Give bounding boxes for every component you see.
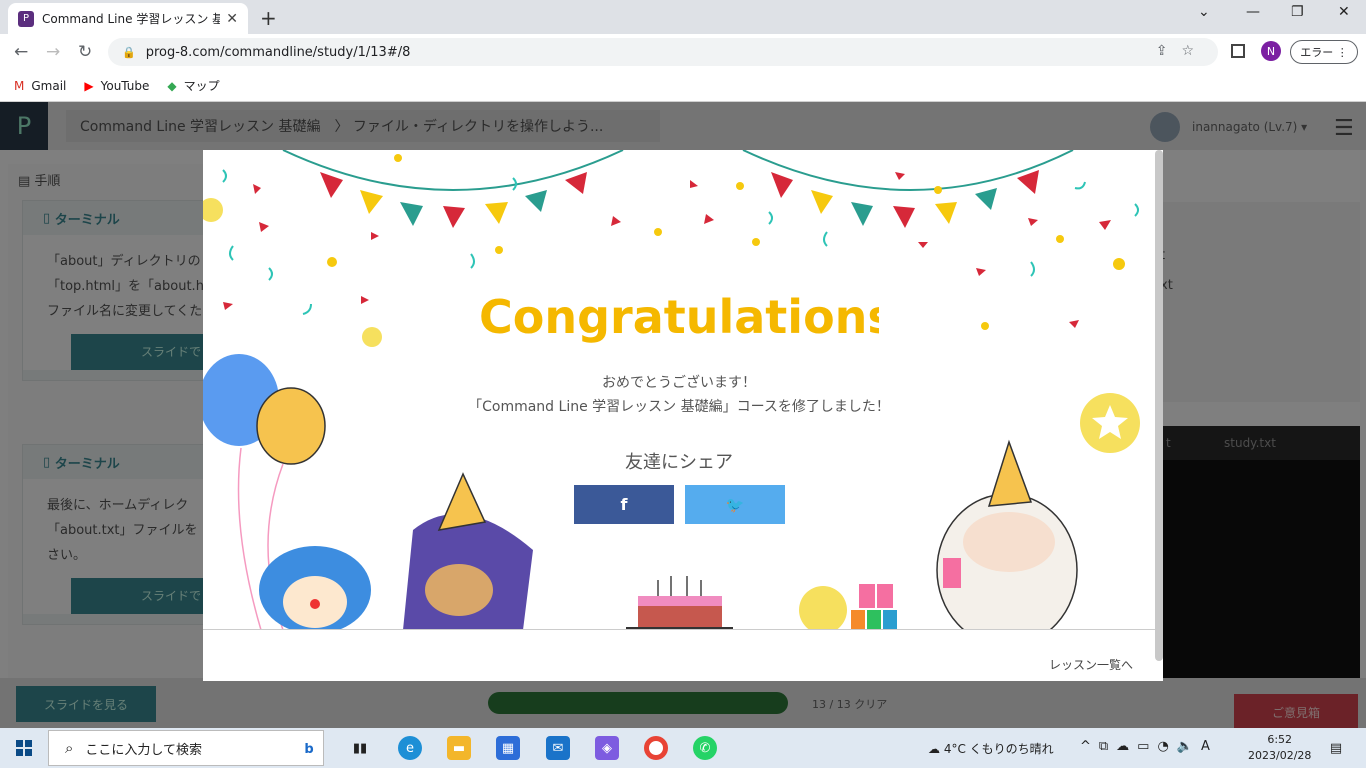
facebook-icon: f <box>620 495 628 514</box>
store-icon[interactable]: ▦ <box>496 736 520 760</box>
reload-button[interactable]: ↻ <box>78 42 92 62</box>
back-button[interactable]: ← <box>14 42 28 62</box>
bookmark-label: YouTube <box>100 78 150 93</box>
edge-icon[interactable]: e <box>398 736 422 760</box>
bing-icon[interactable]: b <box>296 736 322 762</box>
close-tab-icon[interactable]: ✕ <box>226 11 238 27</box>
maximize-button[interactable]: ❐ <box>1291 4 1304 20</box>
error-button-label: エラー <box>1300 46 1334 59</box>
clock-date: 2023/02/28 <box>1248 749 1312 762</box>
whatsapp-icon[interactable]: ✆ <box>693 736 717 760</box>
chrome-icon[interactable] <box>644 736 668 760</box>
url-bar[interactable]: 🔒 prog-8.com/commandline/study/1/13#/8 ⇪… <box>108 38 1218 66</box>
modal-scrollbar[interactable] <box>1155 150 1163 661</box>
gmail-icon: M <box>14 78 25 93</box>
minimize-button[interactable]: — <box>1246 4 1260 20</box>
mail-icon[interactable]: ✉ <box>546 736 570 760</box>
youtube-icon: ▶ <box>84 78 94 93</box>
course-complete-message: 「Command Line 学習レッスン 基礎編」コースを修了しました！ <box>468 399 890 415</box>
side-panel-icon[interactable] <box>1231 44 1245 58</box>
bookmark-youtube[interactable]: ▶ YouTube <box>84 79 149 93</box>
maps-icon: ◆ <box>167 78 177 93</box>
bookmark-label: マップ <box>183 79 220 93</box>
share-star-icons[interactable]: ⇪☆ <box>1156 43 1208 59</box>
weather-widget[interactable]: ☁ 4°C くもりのち晴れ <box>928 740 1054 757</box>
forward-button[interactable]: → <box>46 42 60 62</box>
clock[interactable]: 6:52 2023/02/28 <box>1248 732 1311 764</box>
lock-icon[interactable]: 🔒 <box>122 46 136 59</box>
file-explorer-icon[interactable]: ▬ <box>447 736 471 760</box>
search-icon: ⌕ <box>65 739 74 757</box>
tab-title: Command Line 学習レッスン 基礎編 <box>42 12 221 26</box>
twitter-icon: 🐦 <box>725 495 745 514</box>
congrats-message: おめでとうございます！ <box>602 375 756 391</box>
search-placeholder: ここに入力して検索 <box>85 742 203 758</box>
tab-strip: P Command Line 学習レッスン 基礎編 ✕ + ⌄ — ❐ ✕ <box>0 0 1366 34</box>
taskbar-search-box[interactable]: ⌕ ここに入力して検索 <box>48 730 324 766</box>
bookmark-maps[interactable]: ◆ マップ <box>167 77 219 94</box>
notification-icon[interactable]: ▤ <box>1324 736 1348 760</box>
error-button[interactable]: エラー ⋮ <box>1290 40 1358 64</box>
tab-search-icon[interactable]: ⌄ <box>1198 4 1210 20</box>
address-toolbar: ← → ↻ 🔒 prog-8.com/commandline/study/1/1… <box>0 34 1366 70</box>
clock-time: 6:52 <box>1267 733 1293 746</box>
system-tray[interactable]: ^⧉☁▭◔🔈A <box>1080 739 1218 754</box>
windows-start-icon[interactable] <box>16 740 32 756</box>
profile-avatar[interactable]: N <box>1261 41 1281 61</box>
task-view-icon[interactable]: ▮▮ <box>348 736 372 760</box>
copilot-icon[interactable]: ◈ <box>595 736 619 760</box>
share-heading: 友達にシェア <box>625 452 733 473</box>
modal-divider <box>203 629 1155 630</box>
facebook-share-button[interactable]: f <box>574 485 674 524</box>
bookmark-label: Gmail <box>31 78 67 93</box>
windows-taskbar: ⌕ ここに入力して検索 b ▮▮ e ▬ ▦ ✉ ◈ ✆ ☁ 4°C くもりのち… <box>0 728 1366 768</box>
twitter-share-button[interactable]: 🐦 <box>685 485 785 524</box>
completion-modal: Congratulations おめでとうございます！ 「Command Lin… <box>203 150 1163 681</box>
bookmarks-bar: M Gmail ▶ YouTube ◆ マップ <box>0 70 1366 102</box>
weather-text: 4°C くもりのち晴れ <box>943 742 1054 756</box>
close-window-button[interactable]: ✕ <box>1338 4 1350 20</box>
lesson-list-link[interactable]: レッスン一覧へ <box>1049 656 1133 673</box>
progate-favicon-icon: P <box>18 10 34 27</box>
bookmark-gmail[interactable]: M Gmail <box>14 79 66 93</box>
browser-tab[interactable]: P Command Line 学習レッスン 基礎編 ✕ <box>8 3 248 34</box>
new-tab-button[interactable]: + <box>260 6 277 30</box>
congratulations-heading: Congratulations <box>479 290 879 344</box>
url-text: prog-8.com/commandline/study/1/13#/8 <box>145 44 411 60</box>
